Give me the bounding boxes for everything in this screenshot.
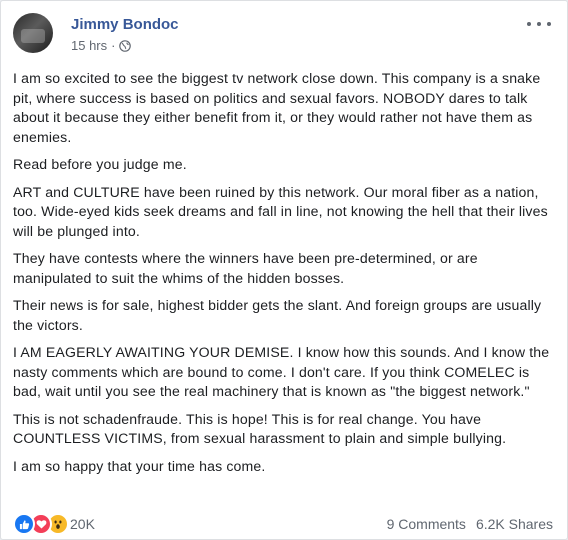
facebook-post-card: Jimmy Bondoc 15 hrs · I am so excited to…: [0, 0, 568, 540]
comments-count-link[interactable]: 9 Comments: [387, 516, 466, 532]
post-paragraph: I AM EAGERLY AWAITING YOUR DEMISE. I kno…: [13, 344, 550, 399]
like-icon: [13, 513, 35, 535]
post-body: I am so excited to see the biggest tv ne…: [13, 69, 553, 484]
post-paragraph: They have contests where the winners hav…: [13, 250, 478, 286]
shares-count-link[interactable]: 6.2K Shares: [476, 516, 553, 532]
post-paragraph: This is not schadenfraude. This is hope!…: [13, 410, 507, 447]
post-paragraph: I am so excited to see the biggest tv ne…: [13, 70, 541, 145]
meta-separator: ·: [111, 38, 116, 53]
post-footer: 20K 9 Comments 6.2K Shares: [13, 513, 553, 535]
post-header: Jimmy Bondoc 15 hrs ·: [13, 13, 555, 61]
globe-icon[interactable]: [119, 39, 132, 52]
post-meta: 15 hrs ·: [71, 38, 132, 53]
post-paragraph: Their news is for sale, highest bidder g…: [13, 297, 542, 333]
author-avatar[interactable]: [13, 13, 53, 53]
engagement-stats: 9 Comments 6.2K Shares: [387, 516, 553, 532]
reaction-icons: [13, 513, 69, 535]
author-name[interactable]: Jimmy Bondoc: [71, 16, 179, 33]
post-paragraph: ART and CULTURE have been ruined by this…: [13, 183, 548, 239]
post-paragraph: I am so happy that your time has come.: [13, 457, 266, 474]
post-timestamp[interactable]: 15 hrs: [71, 38, 107, 53]
post-paragraph: Read before you judge me.: [13, 156, 187, 172]
reactions-count: 20K: [70, 516, 95, 532]
reactions-summary[interactable]: 20K: [13, 513, 95, 535]
more-options-icon[interactable]: [527, 15, 551, 33]
